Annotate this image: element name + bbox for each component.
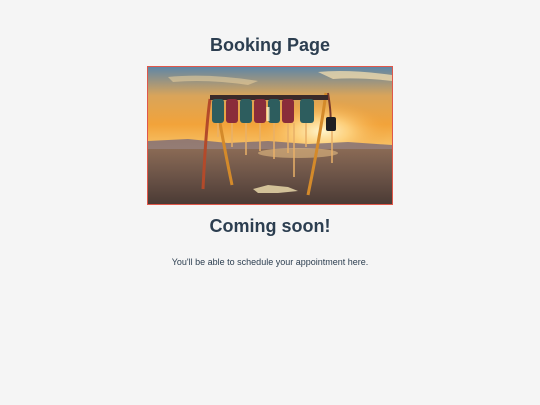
page-title: Booking Page	[209, 35, 330, 55]
hero-image	[147, 66, 393, 205]
booking-page: Booking Page Coming soon! You'll be able…	[0, 0, 540, 405]
schedule-message: You'll be able to schedule your appointm…	[171, 257, 369, 267]
coming-soon-heading: Coming soon!	[209, 216, 331, 236]
swing-set-sunset-image	[148, 67, 392, 204]
